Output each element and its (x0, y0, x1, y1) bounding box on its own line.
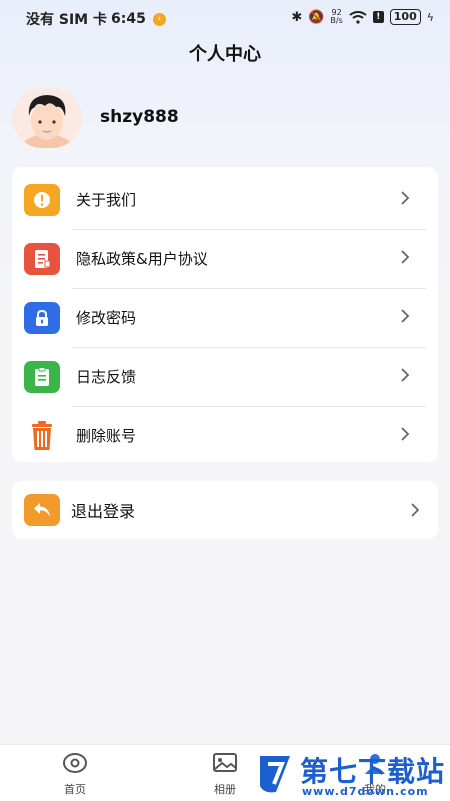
status-left: 没有 SIM 卡 6:45 › (26, 9, 166, 29)
menu-item-delete-account[interactable]: 删除账号 (12, 407, 438, 466)
info-icon (24, 184, 60, 216)
menu-item-change-password[interactable]: 修改密码 (12, 289, 438, 348)
chevron-right-icon (411, 503, 420, 517)
settings-menu-card: 关于我们 隐私政策&用户协议 修改密码 日志反馈 删除账号 (12, 167, 438, 462)
clipboard-icon (24, 361, 60, 393)
menu-item-about-us[interactable]: 关于我们 (12, 171, 438, 230)
chevron-right-icon (401, 309, 410, 323)
username: shzy888 (100, 107, 179, 127)
menu-item-label: 修改密码 (76, 309, 137, 327)
watermark-text: 第七下载站 (300, 755, 446, 788)
lock-icon (24, 302, 60, 334)
nav-tab-album[interactable]: 相册 (185, 751, 265, 797)
bluetooth-icon: ✱ (291, 9, 303, 25)
nav-label: 首页 (64, 783, 86, 796)
nav-tab-home[interactable]: 首页 (35, 751, 115, 797)
network-speed: 92 B/s (330, 9, 342, 25)
home-icon (63, 753, 87, 773)
logout-button[interactable]: 退出登录 (12, 481, 438, 539)
charging-icon: ϟ (426, 10, 434, 24)
network-speed-unit: B/s (330, 16, 343, 25)
notification-dot-icon: › (152, 12, 166, 26)
clock-time: 6:45 (110, 11, 146, 27)
menu-item-label: 关于我们 (76, 191, 137, 209)
album-icon (213, 753, 237, 772)
watermark-logo-icon (260, 756, 290, 793)
battery-indicator: 100 (389, 9, 421, 25)
back-arrow-icon (24, 494, 60, 526)
page-title: 个人中心 (189, 44, 261, 65)
watermark-url: www.d7down.com (302, 785, 429, 798)
status-bar: 没有 SIM 卡 6:45 › ✱ 🔕 92 B/s ! 100 ϟ (0, 0, 450, 34)
menu-item-privacy-policy[interactable]: 隐私政策&用户协议 (12, 230, 438, 289)
trash-icon (24, 420, 60, 452)
nav-label: 相册 (214, 783, 236, 796)
logout-label: 退出登录 (71, 502, 136, 521)
carrier-text: 没有 SIM 卡 (26, 12, 107, 28)
chevron-right-icon (401, 368, 410, 382)
status-right: ✱ 🔕 92 B/s ! 100 ϟ (291, 9, 434, 25)
menu-item-log-feedback[interactable]: 日志反馈 (12, 348, 438, 407)
chevron-right-icon (401, 250, 410, 264)
mute-bell-icon: 🔕 (308, 9, 325, 25)
chevron-right-icon (401, 191, 410, 205)
menu-item-label: 删除账号 (76, 427, 137, 445)
menu-item-label: 隐私政策&用户协议 (76, 250, 208, 268)
document-icon (24, 243, 60, 275)
wifi-icon (349, 10, 367, 24)
watermark: 第七下载站 www.d7down.com (256, 750, 450, 800)
alert-icon: ! (372, 11, 384, 23)
avatar-icon[interactable] (12, 88, 82, 148)
menu-item-label: 日志反馈 (76, 368, 137, 386)
chevron-right-icon (401, 427, 410, 441)
